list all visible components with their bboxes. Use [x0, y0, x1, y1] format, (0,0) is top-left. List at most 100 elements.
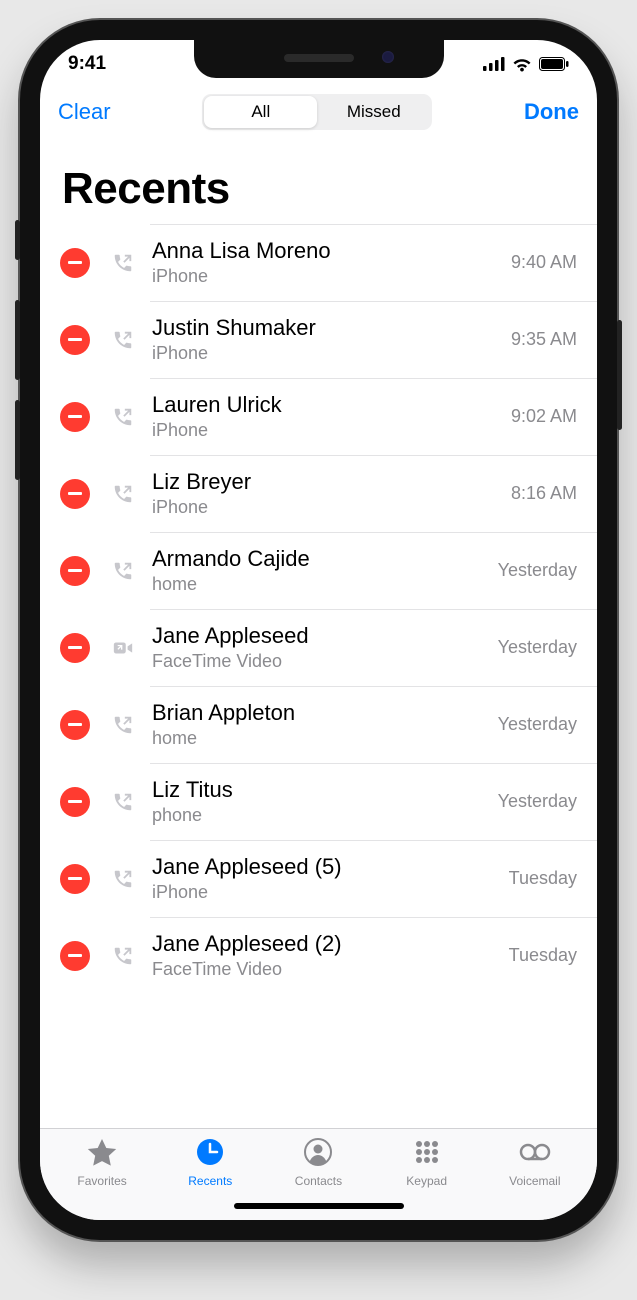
call-time: 9:35 AM	[511, 329, 577, 350]
call-subtitle: phone	[152, 805, 486, 826]
call-time: Yesterday	[498, 637, 577, 658]
delete-button[interactable]	[60, 941, 90, 971]
call-subtitle: iPhone	[152, 882, 497, 903]
delete-button[interactable]	[60, 248, 90, 278]
call-time: 9:40 AM	[511, 252, 577, 273]
call-name: Armando Cajide	[152, 546, 486, 572]
delete-button[interactable]	[60, 325, 90, 355]
call-row[interactable]: Jane AppleseedFaceTime Video Yesterday	[40, 609, 597, 686]
call-name: Justin Shumaker	[152, 315, 499, 341]
volume-down	[15, 400, 20, 480]
call-subtitle: FaceTime Video	[152, 959, 497, 980]
call-name: Jane Appleseed (2)	[152, 931, 497, 957]
call-time: Tuesday	[509, 868, 577, 889]
call-time: 8:16 AM	[511, 483, 577, 504]
device-frame: 9:41 Clear All Missed Done Rece	[20, 20, 617, 1240]
phone-outgoing-icon	[108, 791, 138, 813]
call-row[interactable]: Anna Lisa MorenoiPhone 9:40 AM	[40, 224, 597, 301]
clock-icon	[193, 1137, 227, 1172]
volume-up	[15, 300, 20, 380]
voicemail-icon	[518, 1137, 552, 1172]
phone-outgoing-icon	[108, 406, 138, 428]
call-info: Jane Appleseed (5)iPhone	[152, 854, 497, 903]
home-indicator[interactable]	[40, 1192, 597, 1220]
nav-bar: Clear All Missed Done	[40, 88, 597, 140]
notch	[194, 40, 444, 78]
call-name: Brian Appleton	[152, 700, 486, 726]
phone-outgoing-icon	[108, 560, 138, 582]
call-row[interactable]: Liz Titusphone Yesterday	[40, 763, 597, 840]
keypad-icon	[410, 1137, 444, 1172]
call-info: Brian Appletonhome	[152, 700, 486, 749]
delete-button[interactable]	[60, 479, 90, 509]
call-name: Jane Appleseed (5)	[152, 854, 497, 880]
call-subtitle: iPhone	[152, 420, 499, 441]
call-info: Anna Lisa MorenoiPhone	[152, 238, 499, 287]
call-row[interactable]: Jane Appleseed (5)iPhone Tuesday	[40, 840, 597, 917]
star-icon	[85, 1137, 119, 1172]
recents-filter-segment[interactable]: All Missed	[202, 94, 432, 130]
status-icons	[483, 56, 569, 72]
tab-label: Recents	[188, 1174, 232, 1188]
call-subtitle: iPhone	[152, 266, 499, 287]
status-time: 9:41	[68, 53, 106, 75]
tab-favorites[interactable]: Favorites	[48, 1137, 156, 1188]
tab-bar: Favorites Recents Contacts Keypad	[40, 1128, 597, 1192]
call-row[interactable]: Liz BreyeriPhone 8:16 AM	[40, 455, 597, 532]
call-time: Yesterday	[498, 714, 577, 735]
delete-button[interactable]	[60, 633, 90, 663]
call-subtitle: home	[152, 728, 486, 749]
call-info: Lauren UlrickiPhone	[152, 392, 499, 441]
tab-label: Favorites	[77, 1174, 126, 1188]
segment-all[interactable]: All	[204, 96, 317, 128]
phone-outgoing-icon	[108, 714, 138, 736]
facetime-outgoing-icon	[108, 637, 138, 659]
call-name: Jane Appleseed	[152, 623, 486, 649]
recents-list[interactable]: Anna Lisa MorenoiPhone 9:40 AM Justin Shum…	[40, 224, 597, 1128]
call-name: Liz Titus	[152, 777, 486, 803]
call-time: Yesterday	[498, 791, 577, 812]
call-name: Lauren Ulrick	[152, 392, 499, 418]
call-info: Armando Cajidehome	[152, 546, 486, 595]
phone-outgoing-icon	[108, 483, 138, 505]
call-subtitle: iPhone	[152, 497, 499, 518]
delete-button[interactable]	[60, 710, 90, 740]
delete-button[interactable]	[60, 864, 90, 894]
delete-button[interactable]	[60, 787, 90, 817]
tab-label: Contacts	[295, 1174, 342, 1188]
screen: 9:41 Clear All Missed Done Rece	[40, 40, 597, 1220]
tab-contacts[interactable]: Contacts	[264, 1137, 372, 1188]
tab-voicemail[interactable]: Voicemail	[481, 1137, 589, 1188]
mute-switch	[15, 220, 20, 260]
tab-recents[interactable]: Recents	[156, 1137, 264, 1188]
call-info: Liz Titusphone	[152, 777, 486, 826]
call-subtitle: home	[152, 574, 486, 595]
page-title: Recents	[40, 140, 597, 224]
phone-outgoing-icon	[108, 945, 138, 967]
call-info: Liz BreyeriPhone	[152, 469, 499, 518]
call-subtitle: FaceTime Video	[152, 651, 486, 672]
call-time: 9:02 AM	[511, 406, 577, 427]
call-row[interactable]: Jane Appleseed (2)FaceTime VideoTuesday	[40, 917, 597, 994]
call-row[interactable]: Armando CajidehomeYesterday	[40, 532, 597, 609]
delete-button[interactable]	[60, 402, 90, 432]
battery-icon	[539, 57, 569, 71]
phone-outgoing-icon	[108, 252, 138, 274]
call-info: Jane AppleseedFaceTime Video	[152, 623, 486, 672]
call-row[interactable]: Lauren UlrickiPhone 9:02 AM	[40, 378, 597, 455]
wifi-icon	[511, 56, 533, 72]
call-name: Liz Breyer	[152, 469, 499, 495]
clear-button[interactable]: Clear	[58, 99, 111, 125]
contact-icon	[301, 1137, 335, 1172]
tab-keypad[interactable]: Keypad	[373, 1137, 481, 1188]
call-row[interactable]: Justin ShumakeriPhone 9:35 AM	[40, 301, 597, 378]
call-subtitle: iPhone	[152, 343, 499, 364]
delete-button[interactable]	[60, 556, 90, 586]
tab-label: Keypad	[406, 1174, 447, 1188]
segment-missed[interactable]: Missed	[317, 96, 430, 128]
tab-label: Voicemail	[509, 1174, 560, 1188]
call-info: Jane Appleseed (2)FaceTime Video	[152, 931, 497, 980]
phone-outgoing-icon	[108, 329, 138, 351]
call-row[interactable]: Brian Appletonhome Yesterday	[40, 686, 597, 763]
done-button[interactable]: Done	[524, 99, 579, 125]
